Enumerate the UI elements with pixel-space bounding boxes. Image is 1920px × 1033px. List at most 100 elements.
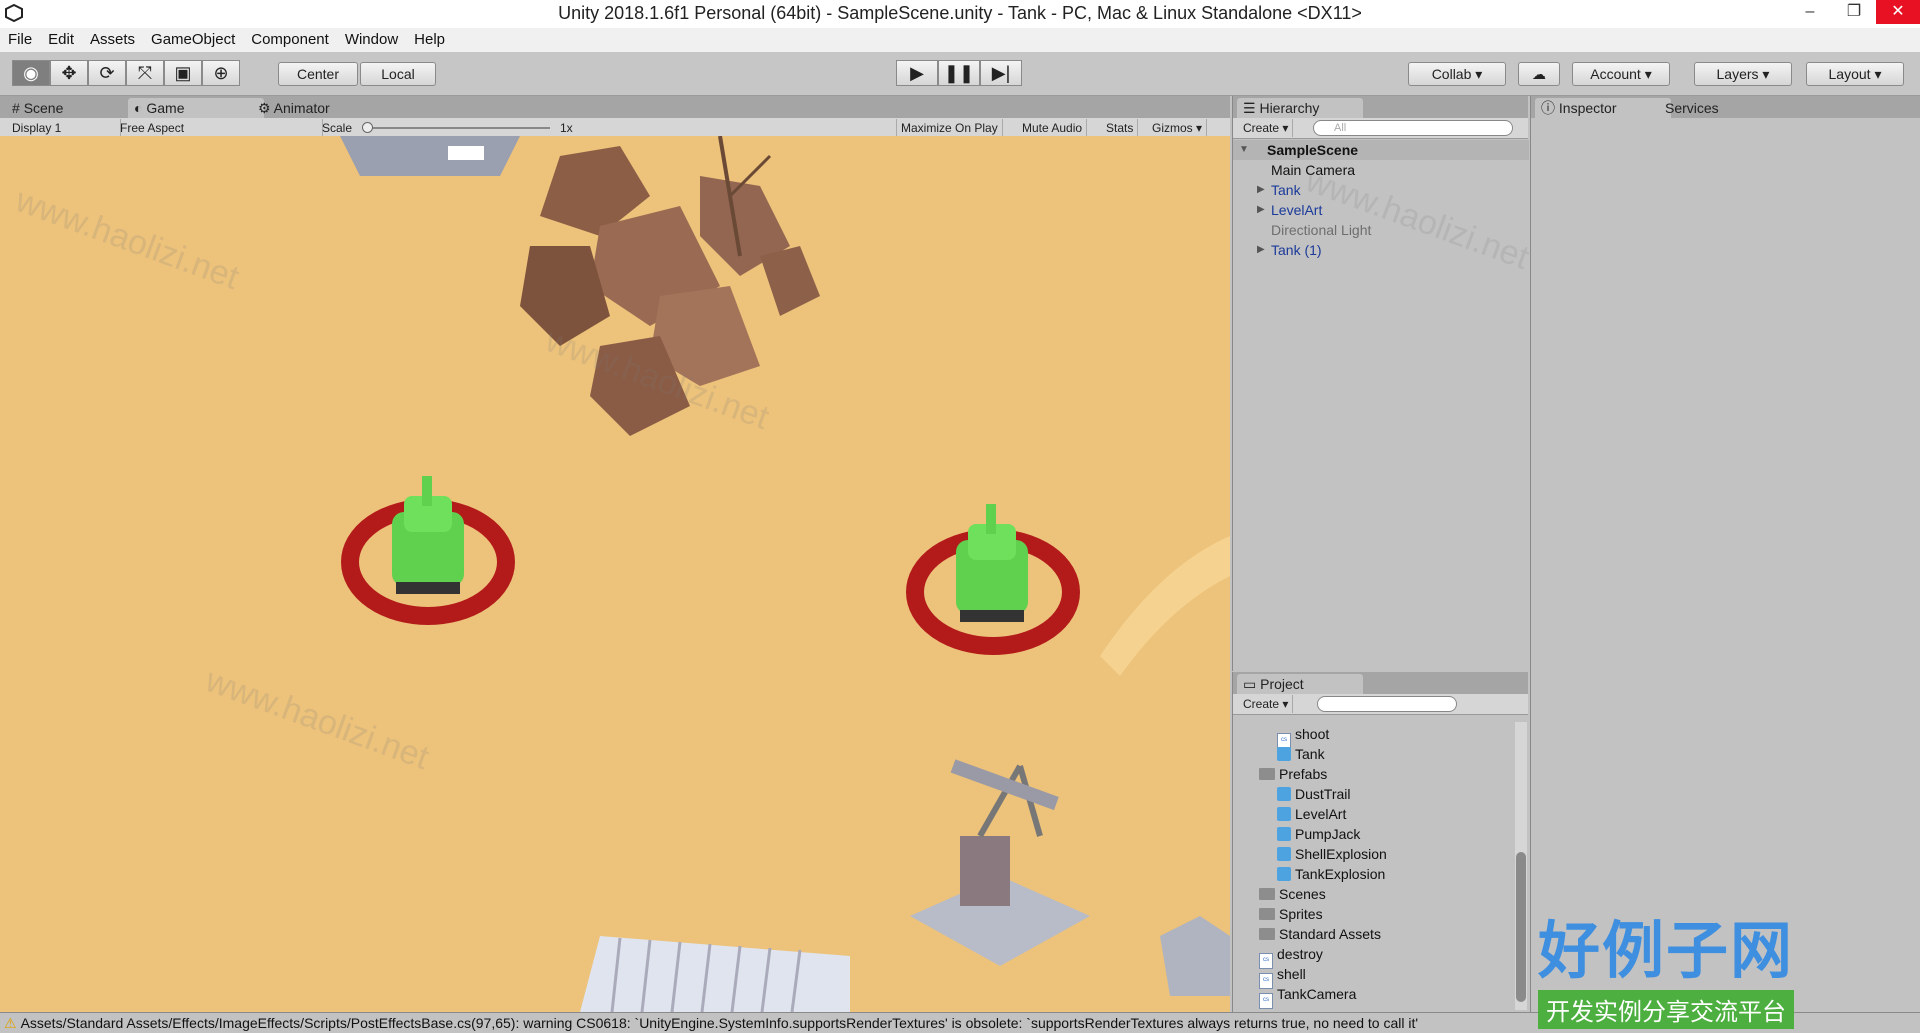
tab-game[interactable]: ◐ Game: [128, 98, 264, 118]
project-item-label: LevelArt: [1295, 806, 1347, 822]
scale-slider-track[interactable]: [366, 127, 550, 129]
tab-animator[interactable]: ⚙ Animator: [252, 98, 340, 118]
game-view-toolbar: Display 1 Free Aspect Scale 1x Maximize …: [0, 118, 1230, 138]
scale-slider-thumb[interactable]: [362, 122, 373, 133]
project-item[interactable]: cs destroy: [1259, 944, 1323, 969]
project-item-label: Prefabs: [1279, 766, 1328, 782]
project-item[interactable]: TankExplosion: [1277, 864, 1385, 884]
watermark-logo: 好例子网 开发实例分享交流平台: [1538, 900, 1795, 1029]
project-item[interactable]: cs shell: [1259, 964, 1306, 989]
project-folder[interactable]: Prefabs: [1259, 764, 1327, 784]
tab-inspector[interactable]: ⓘ Inspector: [1535, 98, 1671, 118]
account-dropdown[interactable]: Account ▾: [1572, 62, 1670, 86]
stats-toggle[interactable]: Stats: [1102, 119, 1139, 137]
hierarchy-item-label: LevelArt: [1271, 202, 1323, 218]
maximize-on-play-toggle[interactable]: Maximize On Play: [896, 119, 1003, 137]
layout-dropdown[interactable]: Layout ▾: [1806, 62, 1904, 86]
play-button[interactable]: ▶: [896, 60, 938, 86]
gizmos-dropdown[interactable]: Gizmos ▾: [1148, 119, 1208, 137]
hierarchy-item-tank[interactable]: ▶ Tank: [1233, 180, 1529, 200]
project-item[interactable]: cs TankCamera: [1259, 984, 1357, 1009]
cloud-button[interactable]: ☁: [1518, 62, 1560, 86]
project-item-label: Tank: [1295, 746, 1325, 762]
hierarchy-item-directional-light[interactable]: Directional Light: [1233, 220, 1529, 240]
project-folder[interactable]: Sprites: [1259, 904, 1323, 924]
folder-icon: [1259, 928, 1275, 940]
project-search-input[interactable]: [1317, 696, 1457, 712]
menu-file[interactable]: File: [0, 28, 40, 52]
script-icon: cs: [1259, 993, 1273, 1009]
prefab-icon: [1277, 787, 1291, 801]
building-roof: [340, 136, 520, 176]
tab-hierarchy-label: Hierarchy: [1259, 100, 1320, 116]
move-tool-icon[interactable]: ✥: [50, 60, 88, 86]
aspect-dropdown[interactable]: Free Aspect: [116, 119, 323, 137]
menu-gameobject[interactable]: GameObject: [143, 28, 243, 52]
scene-name: SampleScene: [1267, 142, 1359, 158]
rect-tool-icon[interactable]: ▣: [164, 60, 202, 86]
menu-assets[interactable]: Assets: [82, 28, 143, 52]
maximize-button[interactable]: ❐: [1832, 0, 1876, 24]
display-dropdown[interactable]: Display 1: [8, 119, 121, 137]
scale-tool-icon[interactable]: ⤧: [126, 60, 164, 86]
expand-arrow-icon[interactable]: ▼: [1239, 140, 1249, 160]
project-item[interactable]: Tank: [1277, 744, 1325, 764]
hierarchy-item-levelart[interactable]: ▶ LevelArt: [1233, 200, 1529, 220]
view-tool-eye-icon[interactable]: ◉: [12, 60, 50, 86]
pivot-center-button[interactable]: Center: [278, 62, 358, 86]
project-create-button[interactable]: Create ▾: [1239, 695, 1294, 713]
expand-arrow-icon[interactable]: ▶: [1257, 180, 1265, 200]
project-item[interactable]: LevelArt: [1277, 804, 1346, 824]
hierarchy-search-placeholder: All: [1334, 122, 1347, 134]
menu-window[interactable]: Window: [337, 28, 406, 52]
mute-audio-toggle[interactable]: Mute Audio: [1018, 119, 1088, 137]
prefab-icon: [1277, 867, 1291, 881]
project-item[interactable]: PumpJack: [1277, 824, 1360, 844]
tab-animator-label: Animator: [273, 100, 330, 116]
expand-arrow-icon[interactable]: ▶: [1257, 200, 1265, 220]
project-item[interactable]: ShellExplosion: [1277, 844, 1387, 864]
menu-bar: File Edit Assets GameObject Component Window H…: [0, 28, 1920, 52]
project-item-label: TankExplosion: [1295, 866, 1386, 882]
layers-dropdown[interactable]: Layers ▾: [1694, 62, 1792, 86]
prefab-icon: [1277, 827, 1291, 841]
tab-scene-label: Scene: [23, 100, 64, 116]
transform-tool-icon[interactable]: ⊕: [202, 60, 240, 86]
project-item-label: TankCamera: [1277, 986, 1357, 1002]
menu-edit[interactable]: Edit: [40, 28, 82, 52]
project-subbar: Create ▾: [1233, 694, 1528, 715]
project-scrollbar[interactable]: [1515, 722, 1527, 1010]
hierarchy-search-input[interactable]: All: [1313, 120, 1513, 136]
tab-services[interactable]: Services: [1659, 98, 1729, 118]
aspect-label: Free Aspect: [120, 121, 185, 135]
project-folder[interactable]: Standard Assets: [1259, 924, 1381, 944]
tab-scene[interactable]: # Scene: [6, 98, 73, 118]
expand-arrow-icon[interactable]: ▶: [1257, 240, 1265, 260]
scene-row[interactable]: ▼ SampleScene: [1233, 140, 1529, 160]
project-item-label: Sprites: [1279, 906, 1323, 922]
collab-button[interactable]: Collab ▾: [1408, 62, 1506, 86]
menu-component[interactable]: Component: [243, 28, 337, 52]
tab-services-label: Services: [1665, 100, 1719, 116]
step-button[interactable]: ▶|: [980, 60, 1022, 86]
tab-project[interactable]: ▭ Project: [1237, 674, 1363, 694]
hierarchy-create-button[interactable]: Create ▾: [1239, 119, 1294, 137]
collab-label: Collab: [1431, 66, 1472, 82]
maximize-on-play-label: Maximize On Play: [901, 121, 998, 135]
pivot-local-button[interactable]: Local: [360, 62, 436, 86]
tab-project-label: Project: [1260, 676, 1304, 692]
close-button[interactable]: ✕: [1876, 0, 1920, 24]
hierarchy-item-tank-1[interactable]: ▶ Tank (1): [1233, 240, 1529, 260]
tab-hierarchy[interactable]: ☰ Hierarchy: [1237, 98, 1363, 118]
game-view[interactable]: [0, 136, 1230, 1012]
hierarchy-item-main-camera[interactable]: Main Camera: [1233, 160, 1529, 180]
menu-help[interactable]: Help: [406, 28, 453, 52]
gizmos-label: Gizmos: [1152, 121, 1193, 135]
project-item[interactable]: DustTrail: [1277, 784, 1351, 804]
pause-button[interactable]: ❚❚: [938, 60, 980, 86]
project-item[interactable]: cs shoot: [1277, 724, 1329, 749]
rotate-tool-icon[interactable]: ⟳: [88, 60, 126, 86]
minimize-button[interactable]: –: [1788, 0, 1832, 24]
project-folder[interactable]: Scenes: [1259, 884, 1326, 904]
project-scrollbar-thumb[interactable]: [1516, 852, 1526, 1002]
